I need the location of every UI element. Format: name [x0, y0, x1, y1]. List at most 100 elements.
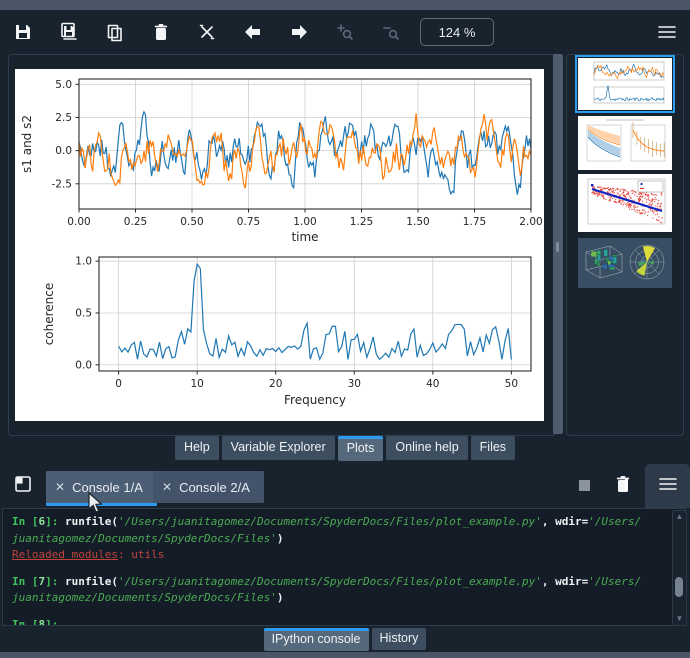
copy-icon: [106, 23, 124, 42]
svg-text:1.50: 1.50: [406, 216, 429, 228]
svg-text:0.5: 0.5: [75, 308, 92, 320]
thumbnail-percentile-bands[interactable]: [578, 116, 672, 170]
zoom-level-value: 124 %: [438, 24, 476, 40]
svg-text:40: 40: [426, 378, 439, 390]
svg-text:Frequency: Frequency: [284, 393, 346, 407]
console-tab-2-label: Console 2/A: [179, 479, 250, 495]
svg-text:1.0: 1.0: [75, 256, 92, 268]
console-line: In [8]:: [12, 617, 65, 626]
thumbnail-scatter-model[interactable]: [578, 174, 672, 232]
figure-canvas: 0.00 0.25 0.50 0.75 1.00 1.25 1.50 1.75 2.00-2.5…: [15, 69, 544, 421]
tab-variable-explorer-label: Variable Explorer: [230, 440, 326, 454]
thumbnail-signals-coherence[interactable]: [575, 55, 675, 113]
save-plot-button[interactable]: [0, 15, 46, 49]
tab-ipython-console[interactable]: IPython console: [263, 628, 369, 651]
svg-text:-2.5: -2.5: [52, 178, 73, 190]
close-tab-icon[interactable]: ✕: [162, 480, 172, 494]
console-pane: ✕ Console 1/A ✕ Console 2/A In [6]: runf…: [0, 464, 690, 652]
svg-text:20: 20: [269, 378, 282, 390]
console-tab-2[interactable]: ✕ Console 2/A: [153, 471, 264, 503]
window-top-strip: [0, 0, 690, 10]
tab-history-label: History: [379, 631, 419, 645]
new-console-button[interactable]: [12, 475, 34, 497]
close-tab-icon[interactable]: ✕: [55, 480, 65, 494]
tab-help[interactable]: Help: [174, 436, 219, 460]
svg-text:0.00: 0.00: [67, 216, 90, 228]
svg-text:0.25: 0.25: [124, 216, 147, 228]
console-tab-1[interactable]: ✕ Console 1/A: [46, 471, 157, 506]
zoom-level-display[interactable]: 124 %: [420, 18, 494, 46]
tab-files-label: Files: [479, 440, 507, 454]
remove-variables-button[interactable]: [612, 474, 634, 498]
console-scrollbar[interactable]: ▲ ▼: [672, 510, 687, 626]
matplotlib-figure[interactable]: 0.00 0.25 0.50 0.75 1.00 1.25 1.50 1.75 2.00 -2.5…: [15, 69, 544, 421]
svg-text:0.50: 0.50: [180, 216, 203, 228]
trash-icon: [615, 475, 631, 498]
plots-options-menu-button[interactable]: [644, 15, 690, 49]
zoom-out-button[interactable]: [368, 15, 414, 49]
tab-files[interactable]: Files: [470, 436, 516, 460]
console-line: In [6]: runfile('/Users/juanitagomez/Doc…: [12, 515, 642, 528]
svg-text:0: 0: [115, 378, 122, 390]
console-line: juanitagomez/Documents/SpyderDocs/Files'…: [12, 591, 284, 604]
svg-text:1.25: 1.25: [350, 216, 373, 228]
svg-text:50: 50: [505, 378, 518, 390]
save-all-icon: [59, 22, 79, 42]
remove-all-plots-button[interactable]: [184, 15, 230, 49]
hamburger-icon: [658, 477, 677, 496]
svg-text:10: 10: [190, 378, 203, 390]
tab-ipython-console-label: IPython console: [271, 632, 361, 646]
scroll-down-arrow[interactable]: ▼: [673, 614, 686, 624]
svg-text:s1 and s2: s1 and s2: [20, 115, 34, 173]
thumbnail-3d-polar[interactable]: [578, 238, 672, 288]
window-bottom-strip: [0, 652, 690, 658]
svg-text:0.75: 0.75: [237, 216, 260, 228]
console-line: Reloaded modules: utils: [12, 548, 165, 561]
tab-help-label: Help: [183, 440, 210, 454]
plots-vertical-scrollbar[interactable]: [553, 54, 563, 434]
arrow-right-icon: [290, 24, 308, 40]
tab-online-help[interactable]: Online help: [386, 436, 468, 460]
zoom-out-icon: [382, 23, 400, 41]
svg-text:30: 30: [348, 378, 361, 390]
console-line: juanitagomez/Documents/SpyderDocs/Files'…: [12, 531, 284, 545]
zoom-in-icon: [336, 23, 354, 41]
tab-history[interactable]: History: [371, 628, 427, 650]
tab-online-help-label: Online help: [395, 440, 459, 454]
svg-text:0.0: 0.0: [55, 145, 72, 157]
previous-plot-button[interactable]: [230, 15, 276, 49]
tab-variable-explorer[interactable]: Variable Explorer: [221, 436, 335, 460]
tab-plots[interactable]: Plots: [337, 436, 384, 461]
save-icon: [14, 23, 32, 41]
plot-thumbnails-panel: [566, 54, 684, 436]
svg-text:0.0: 0.0: [75, 359, 92, 371]
remove-plot-button[interactable]: [138, 15, 184, 49]
hamburger-icon: [658, 25, 676, 39]
plots-pane: 0.00 0.25 0.50 0.75 1.00 1.25 1.50 1.75 2.00 -2.5…: [8, 54, 556, 436]
spyder-window: { "app": { "accent": "#2d9bf0", "blue": …: [0, 0, 690, 658]
trash-icon: [153, 23, 169, 41]
svg-text:coherence: coherence: [42, 283, 56, 346]
console-tab-1-label: Console 1/A: [72, 479, 143, 495]
next-plot-button[interactable]: [276, 15, 322, 49]
console-output-area[interactable]: In [6]: runfile('/Users/juanitagomez/Doc…: [2, 508, 686, 626]
interrupt-kernel-button[interactable]: [579, 480, 590, 491]
plots-toolbar: 124 %: [0, 10, 690, 54]
pane-tab-bar: Help Variable Explorer Plots Online help…: [0, 436, 690, 464]
copy-plot-button[interactable]: [92, 15, 138, 49]
svg-text:1.00: 1.00: [293, 216, 316, 228]
console-scrollbar-thumb[interactable]: [675, 577, 683, 597]
close-all-icon: [198, 23, 216, 41]
scroll-up-arrow[interactable]: ▲: [673, 512, 686, 522]
zoom-in-button[interactable]: [322, 15, 368, 49]
svg-text:2.5: 2.5: [55, 112, 72, 124]
console-lines: In [6]: runfile('/Users/juanitagomez/Doc…: [12, 514, 661, 626]
svg-text:1.75: 1.75: [463, 216, 486, 228]
save-all-plots-button[interactable]: [46, 15, 92, 49]
console-options-menu-button[interactable]: [645, 464, 690, 508]
svg-text:time: time: [291, 230, 318, 244]
console-bottom-tab-bar: IPython console History: [0, 628, 690, 652]
scrollbar-grip: [556, 242, 559, 252]
